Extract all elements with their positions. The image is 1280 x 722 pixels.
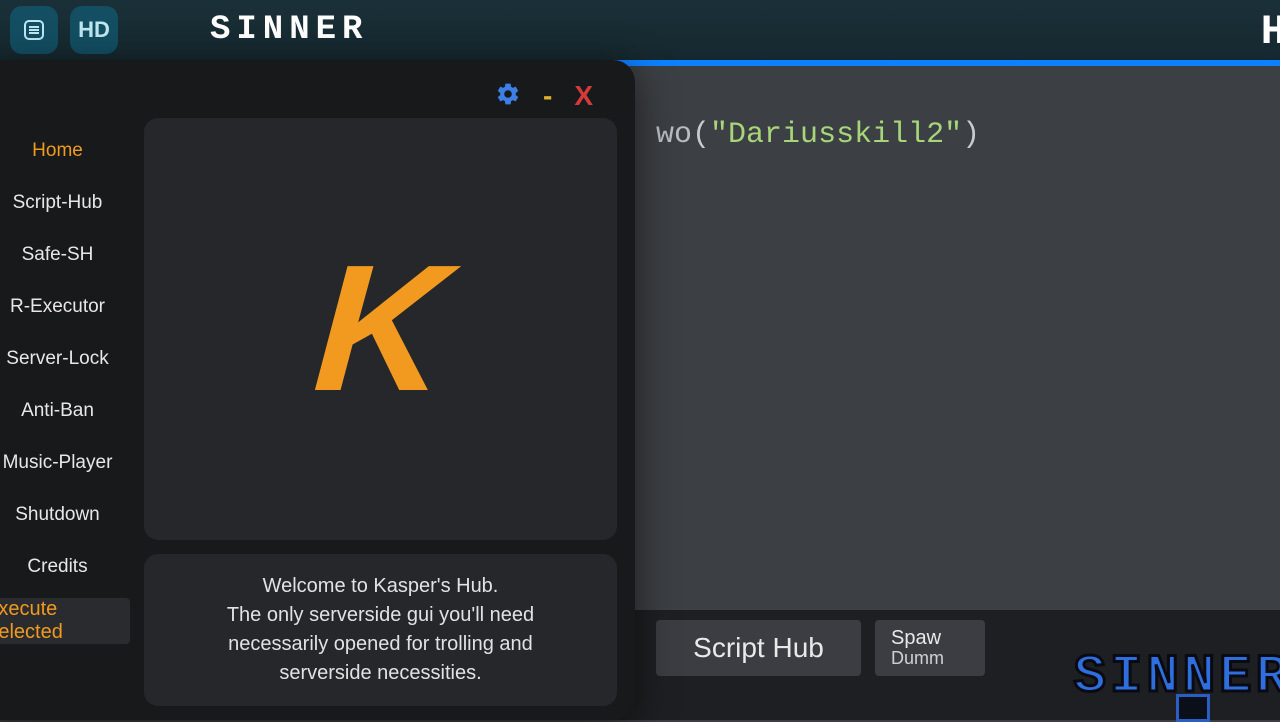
spawn-dummy-button[interactable]: Spaw Dumm (875, 620, 985, 676)
hub-logo-letter: K (309, 239, 452, 419)
hub-logo-panel: K (144, 118, 617, 540)
welcome-text: Welcome to Kasper's Hub. The only server… (227, 572, 534, 688)
kasper-hub-window[interactable]: - X Home Script-Hub Safe-SH R-Executor Serve… (0, 60, 635, 720)
sidebar-item-home[interactable]: Home (0, 128, 130, 174)
button-label: Script Hub (672, 632, 845, 664)
sidebar-item-music-player[interactable]: Music-Player (0, 440, 130, 486)
code-function: wo (656, 118, 692, 152)
game-title: SINNER (210, 11, 368, 49)
hub-welcome-panel: Welcome to Kasper's Hub. The only server… (144, 554, 617, 706)
code-string: "Dariusskill2" (710, 118, 962, 152)
hd-button[interactable]: HD (70, 6, 118, 54)
menu-lines-icon (22, 18, 46, 42)
roblox-topbar: HD SINNER H (0, 0, 1280, 60)
title-fragment: H (1261, 8, 1280, 56)
sidebar-item-shutdown[interactable]: Shutdown (0, 492, 130, 538)
button-label: Dumm (891, 649, 969, 669)
sidebar-item-safe-sh[interactable]: Safe-SH (0, 232, 130, 278)
sidebar-item-server-lock[interactable]: Server-Lock (0, 336, 130, 382)
sidebar-item-r-executor[interactable]: R-Executor (0, 284, 130, 330)
sidebar-item-credits[interactable]: Credits (0, 544, 130, 590)
execute-selected-button[interactable]: Execute Selected (0, 598, 130, 644)
hub-body: Home Script-Hub Safe-SH R-Executor Server-Lo… (0, 118, 617, 706)
script-hub-button[interactable]: Script Hub (656, 620, 861, 676)
hub-main: K Welcome to Kasper's Hub. The only serv… (144, 118, 617, 706)
watermark-badge (1176, 694, 1210, 722)
sidebar-item-anti-ban[interactable]: Anti-Ban (0, 388, 130, 434)
hub-sidebar: Home Script-Hub Safe-SH R-Executor Server-Lo… (0, 118, 130, 706)
hd-label: HD (78, 17, 110, 43)
menu-button[interactable] (10, 6, 58, 54)
hub-titlebar[interactable]: - X (0, 74, 617, 118)
sidebar-item-script-hub[interactable]: Script-Hub (0, 180, 130, 226)
minimize-button[interactable]: - (543, 92, 552, 100)
button-label: Spaw (891, 627, 969, 649)
close-button[interactable]: X (574, 80, 593, 112)
gear-icon[interactable] (495, 81, 521, 112)
